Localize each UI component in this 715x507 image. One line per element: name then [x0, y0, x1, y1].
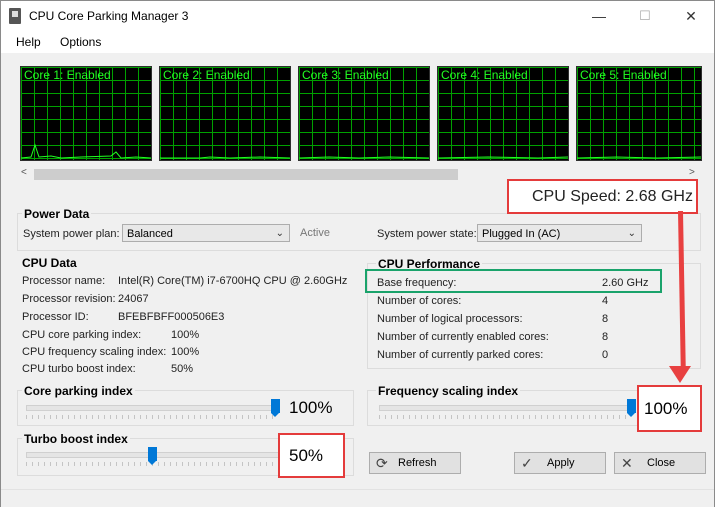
- core-usage-line: [299, 156, 429, 159]
- number-of-cores-label: Number of cores:: [377, 295, 462, 307]
- menu-help[interactable]: Help: [16, 35, 41, 49]
- cpu-speed-text: CPU Speed: 2.68 GHz: [532, 188, 693, 205]
- refresh-icon: ⟳: [376, 455, 388, 471]
- maximize-button[interactable]: ☐: [622, 1, 668, 31]
- status-bar: [1, 489, 714, 507]
- core-usage-line: [160, 156, 290, 159]
- core-usage-line: [438, 156, 568, 159]
- logical-processors-label: Number of logical processors:: [377, 313, 523, 325]
- parked-cores-value: 0: [602, 349, 609, 361]
- turbo-boost-index-label: CPU turbo boost index:: [22, 363, 136, 375]
- power-data-title: Power Data: [22, 207, 92, 221]
- core-parking-slider[interactable]: [271, 399, 280, 417]
- power-plan-select[interactable]: Balanced ⌄: [122, 224, 290, 242]
- parked-cores-label: Number of currently parked cores:: [377, 349, 544, 361]
- freq-scaling-slider[interactable]: [627, 399, 636, 417]
- power-plan-label: System power plan:: [23, 228, 120, 240]
- logical-processors-value: 8: [602, 313, 609, 325]
- processor-revision-label: Processor revision:: [22, 293, 116, 305]
- number-of-cores-value: 4: [602, 295, 609, 307]
- close-window-button[interactable]: ✕: [668, 1, 714, 31]
- processor-name-value: Intel(R) Core(TM) i7-6700HQ CPU @ 2.60GH…: [118, 275, 348, 287]
- title-bar: CPU Core Parking Manager 3 — ☐ ✕: [1, 1, 714, 31]
- processor-id-value: BFEBFBFF000506E3: [118, 311, 225, 323]
- core-parking-index-value: 100%: [171, 329, 200, 341]
- enabled-cores-label: Number of currently enabled cores:: [377, 331, 549, 343]
- window-title: CPU Core Parking Manager 3: [29, 9, 189, 23]
- turbo-boost-index-value: 50%: [171, 363, 194, 375]
- close-button[interactable]: ✕ Close: [614, 452, 706, 474]
- core-label: Core 3: Enabled: [302, 68, 389, 82]
- scroll-right-icon[interactable]: >: [689, 167, 695, 178]
- checkmark-icon: ✓: [521, 455, 533, 471]
- power-state-select[interactable]: Plugged In (AC) ⌄: [477, 224, 642, 242]
- core-graph-5: Core 5: Enabled: [576, 66, 702, 161]
- close-icon: ✕: [621, 455, 633, 471]
- core-graph-2: Core 2: Enabled: [159, 66, 291, 161]
- freq-scaling-index-value: 100%: [171, 346, 200, 358]
- freq-scaling-track: [379, 405, 633, 411]
- callout-arrow-head: [669, 366, 691, 383]
- processor-name-label: Processor name:: [22, 275, 106, 287]
- power-plan-value: Balanced: [127, 228, 173, 240]
- core-parking-index-label: CPU core parking index:: [22, 329, 142, 341]
- core-label: Core 4: Enabled: [441, 68, 528, 82]
- refresh-button-label: Refresh: [398, 457, 437, 469]
- core-parking-ticks: [26, 415, 278, 419]
- scroll-thumb[interactable]: [34, 169, 458, 180]
- chevron-down-icon: ⌄: [627, 228, 636, 239]
- power-state-label: System power state:: [377, 228, 477, 240]
- turbo-boost-percent: 50%: [289, 446, 324, 465]
- turbo-boost-title: Turbo boost index: [22, 432, 130, 446]
- turbo-boost-callout: 50%: [278, 433, 345, 478]
- enabled-cores-value: 8: [602, 331, 609, 343]
- cpu-speed-callout: CPU Speed: 2.68 GHz: [507, 179, 698, 214]
- core-label: Core 1: Enabled: [24, 68, 111, 82]
- freq-scaling-callout: 100%: [637, 385, 702, 432]
- freq-scaling-percent: 100%: [644, 399, 688, 418]
- refresh-button[interactable]: ⟳ Refresh: [369, 452, 461, 474]
- chevron-down-icon: ⌄: [275, 228, 284, 239]
- base-frequency-highlight: [365, 269, 662, 293]
- apply-button-label: Apply: [547, 457, 575, 469]
- core-label: Core 5: Enabled: [580, 68, 667, 82]
- core-graph-4: Core 4: Enabled: [437, 66, 569, 161]
- cpu-data-title: CPU Data: [22, 256, 77, 270]
- menu-options[interactable]: Options: [60, 35, 101, 49]
- app-window: CPU Core Parking Manager 3 — ☐ ✕ Help Op…: [0, 0, 715, 507]
- core-parking-track: [26, 405, 280, 411]
- app-icon: [9, 8, 21, 24]
- core-usage-line: [21, 143, 151, 159]
- power-state-value: Plugged In (AC): [482, 228, 561, 240]
- processor-id-label: Processor ID:: [22, 311, 89, 323]
- core-graph-1: Core 1: Enabled: [20, 66, 152, 161]
- freq-scaling-ticks: [379, 415, 631, 419]
- apply-button[interactable]: ✓ Apply: [514, 452, 606, 474]
- core-label: Core 2: Enabled: [163, 68, 250, 82]
- scroll-left-icon[interactable]: <: [21, 167, 27, 178]
- turbo-boost-slider[interactable]: [148, 447, 157, 465]
- power-plan-status: Active: [300, 227, 330, 239]
- close-button-label: Close: [647, 457, 676, 469]
- menu-bar: Help Options: [1, 31, 714, 53]
- core-parking-percent: 100%: [289, 398, 333, 417]
- minimize-button[interactable]: —: [576, 1, 622, 31]
- freq-scaling-title: Frequency scaling index: [376, 384, 521, 398]
- core-usage-line: [577, 156, 701, 159]
- core-parking-title: Core parking index: [22, 384, 135, 398]
- processor-revision-value: 24067: [118, 293, 149, 305]
- freq-scaling-index-label: CPU frequency scaling index:: [22, 346, 167, 358]
- core-graph-3: Core 3: Enabled: [298, 66, 430, 161]
